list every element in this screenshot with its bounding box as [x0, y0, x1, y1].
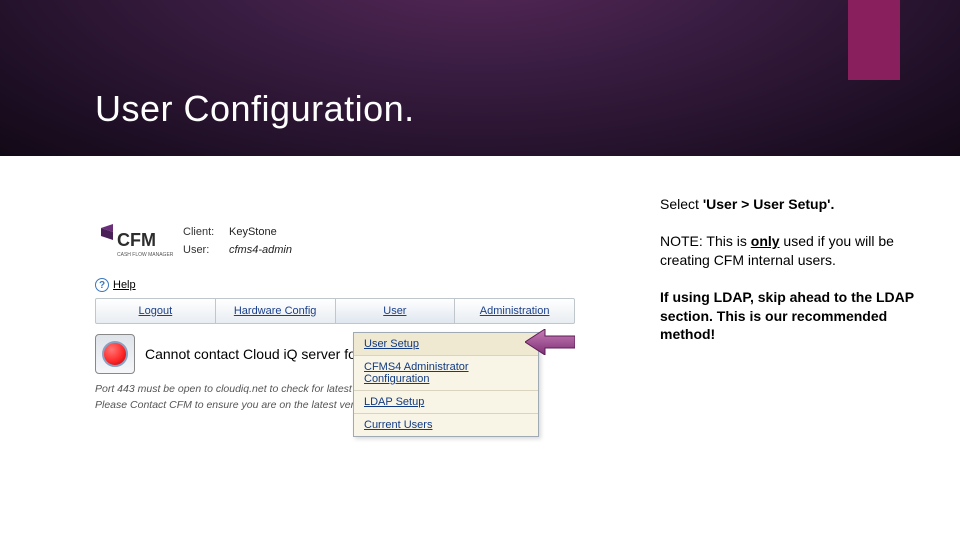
client-value: KeyStone — [229, 224, 277, 242]
menu-ldap-setup[interactable]: LDAP Setup — [354, 391, 538, 414]
tab-administration[interactable]: Administration — [455, 299, 574, 323]
menu-admin-config[interactable]: CFMS4 Administrator Configuration — [354, 356, 538, 391]
tabbar: Logout Hardware Config User Administrati… — [95, 298, 575, 324]
tab-logout[interactable]: Logout — [96, 299, 216, 323]
user-dropdown: User Setup CFMS4 Administrator Configura… — [353, 332, 539, 437]
slide-banner: User Configuration. — [0, 0, 960, 156]
user-label: User: — [183, 242, 223, 260]
note-emphasis: only — [751, 233, 780, 249]
instruction-ldap: If using LDAP, skip ahead to the LDAP se… — [660, 288, 920, 345]
cfm-header: CFM CASH FLOW MANAGER Client: KeyStone U… — [95, 220, 575, 274]
help-link[interactable]: Help — [113, 279, 136, 291]
svg-text:CASH FLOW MANAGER: CASH FLOW MANAGER — [117, 252, 173, 258]
step-lead: Select — [660, 196, 703, 212]
help-icon: ? — [95, 278, 109, 292]
menu-current-users[interactable]: Current Users — [354, 414, 538, 436]
tab-user[interactable]: User — [336, 299, 456, 323]
help-row[interactable]: ? Help — [95, 278, 575, 292]
svg-text:CFM: CFM — [117, 230, 156, 250]
instruction-note: NOTE: This is only used if you will be c… — [660, 232, 920, 270]
callout-arrow-icon — [525, 329, 575, 355]
record-icon — [95, 334, 135, 374]
menu-user-setup[interactable]: User Setup — [354, 333, 538, 356]
page-title: User Configuration. — [95, 88, 415, 130]
note-prefix: NOTE: This is — [660, 233, 751, 249]
instruction-step: Select 'User > User Setup'. — [660, 195, 920, 214]
user-value: cfms4-admin — [229, 242, 292, 260]
step-path: 'User > User Setup'. — [703, 196, 835, 212]
instruction-panel: Select 'User > User Setup'. NOTE: This i… — [660, 195, 920, 362]
cfm-logo: CFM CASH FLOW MANAGER — [95, 224, 173, 264]
tab-hardware-config[interactable]: Hardware Config — [216, 299, 336, 323]
accent-tab — [848, 0, 900, 80]
client-label: Client: — [183, 224, 223, 242]
embedded-screenshot: CFM CASH FLOW MANAGER Client: KeyStone U… — [95, 220, 575, 414]
cfm-meta: Client: KeyStone User: cfms4-admin — [183, 224, 292, 259]
